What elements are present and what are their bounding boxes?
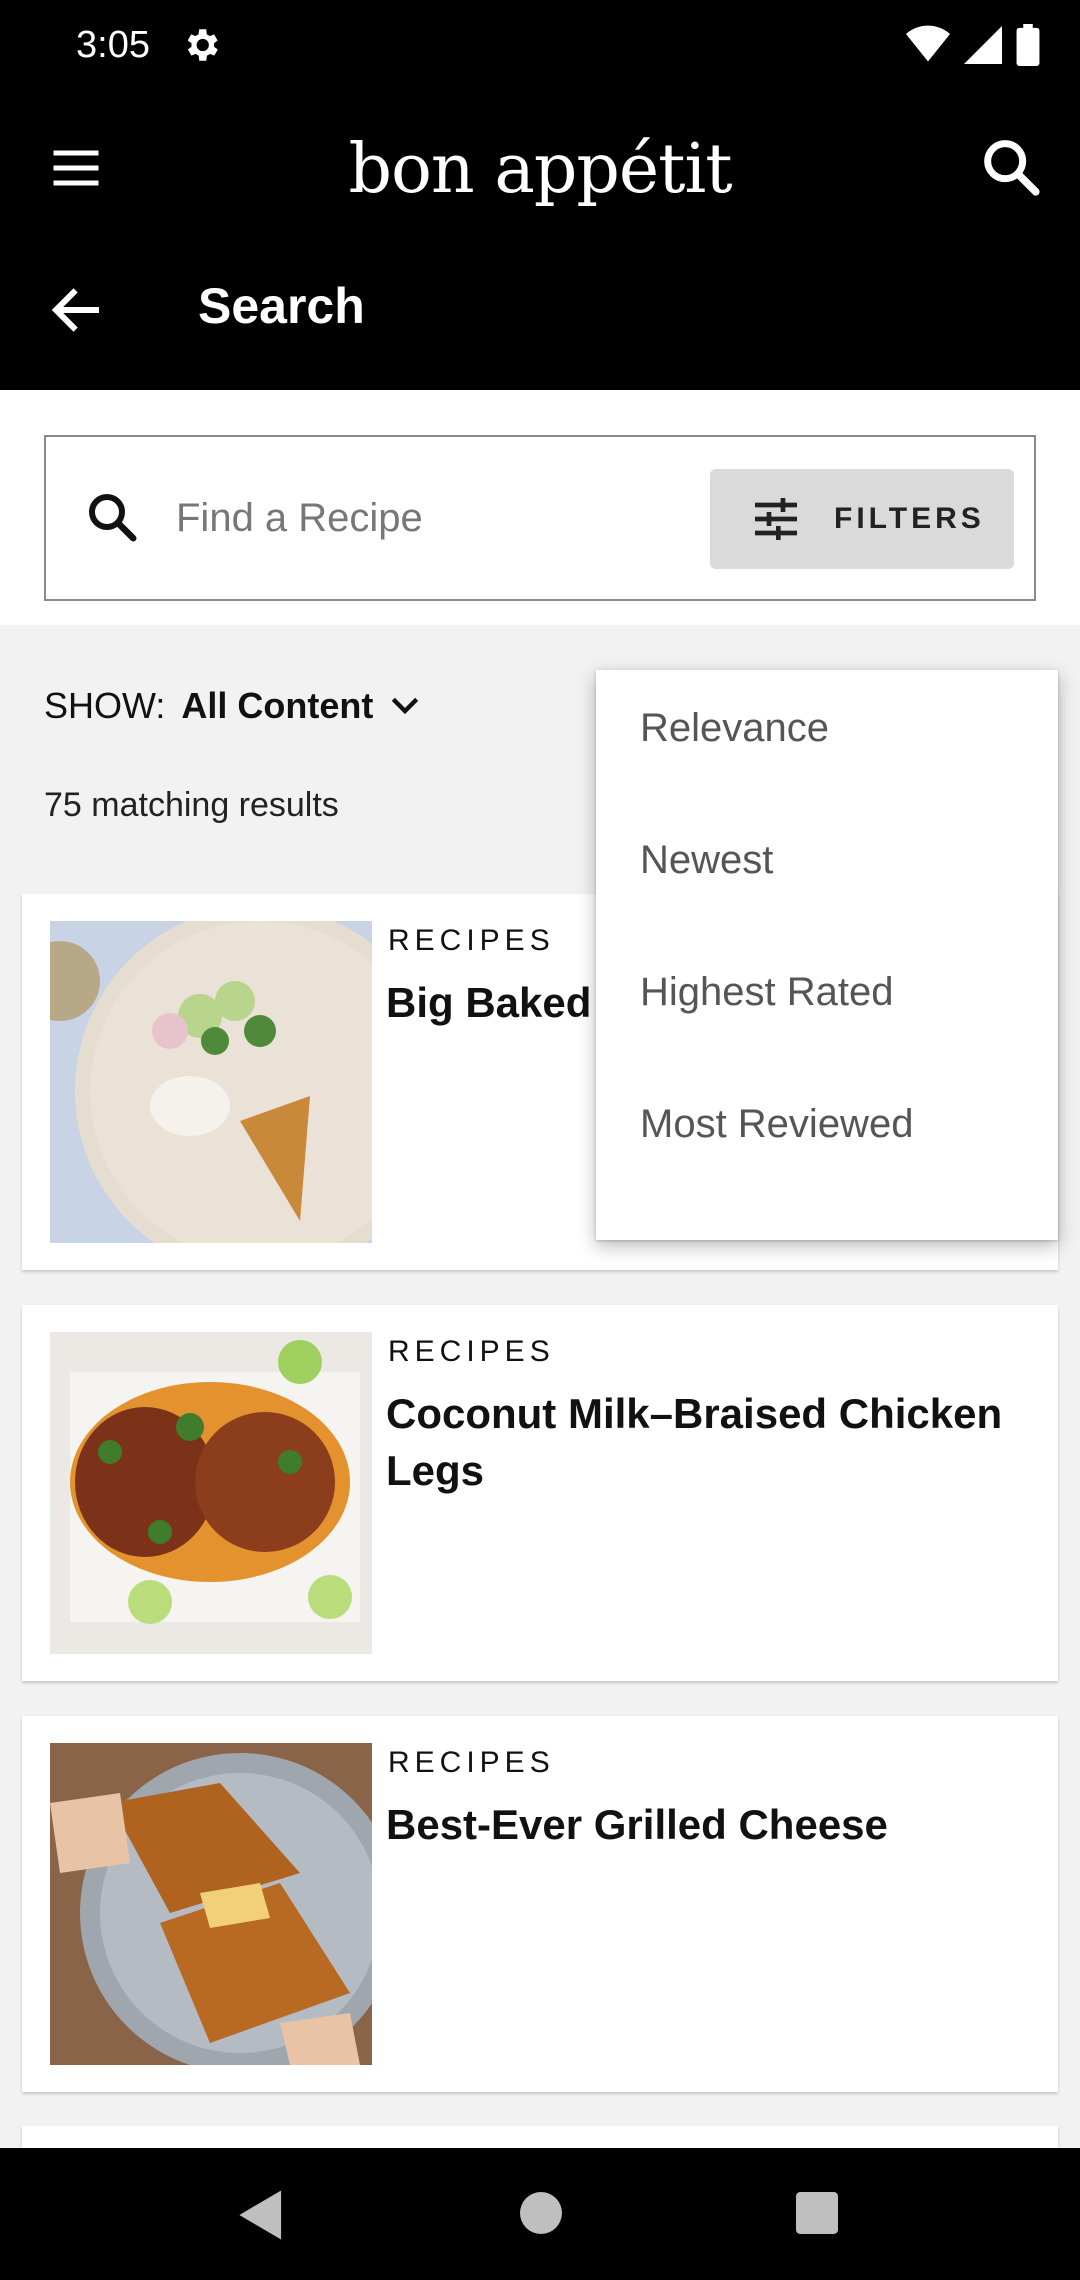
show-value: All Content	[181, 685, 374, 726]
sort-option-most-reviewed[interactable]: Most Reviewed	[596, 1088, 1058, 1220]
card-title: Best-Ever Grilled Cheese	[386, 1801, 888, 1848]
sort-option-newest[interactable]: Newest	[596, 824, 1058, 956]
filters-button[interactable]: FILTERS	[710, 469, 1014, 569]
status-icons	[906, 24, 1040, 66]
sliders-icon	[755, 498, 797, 540]
filters-label: FILTERS	[834, 502, 985, 535]
sort-option-relevance[interactable]: Relevance	[596, 692, 1058, 824]
card-category: RECIPES	[388, 1335, 555, 1368]
chevron-down-icon	[392, 697, 419, 715]
system-nav-bar	[0, 2148, 1080, 2280]
sort-menu: Relevance Newest Highest Rated Most Revi…	[596, 670, 1058, 1240]
status-time: 3:05	[76, 24, 150, 66]
nav-home-icon[interactable]	[520, 2192, 562, 2234]
recipe-card[interactable]: RECIPES Coconut Milk–Braised Chicken Leg…	[22, 1305, 1058, 1681]
nav-recents-icon[interactable]	[796, 2192, 838, 2234]
battery-icon	[1016, 24, 1040, 66]
back-arrow-icon[interactable]	[46, 280, 106, 340]
search-field-icon	[89, 494, 137, 542]
app-bar: bon appétit Search	[0, 90, 1080, 390]
recipe-image-cucumber	[50, 921, 372, 1243]
nav-back-icon[interactable]	[234, 2188, 284, 2242]
card-category: RECIPES	[388, 924, 555, 957]
recipe-card[interactable]: RECIPES Best-Ever Grilled Cheese	[22, 1716, 1058, 2092]
status-bar: 3:05	[0, 0, 1080, 90]
sort-option-highest-rated[interactable]: Highest Rated	[596, 956, 1058, 1088]
wifi-icon	[906, 25, 950, 62]
card-title: Coconut Milk–Braised Chicken Legs	[386, 1390, 1003, 1494]
search-input[interactable]	[176, 485, 696, 551]
search-area: FILTERS	[0, 390, 1080, 625]
show-filter[interactable]: SHOW: All Content	[44, 676, 425, 736]
show-label: SHOW:	[44, 685, 166, 726]
recipe-image-chicken	[50, 1332, 372, 1654]
search-icon[interactable]	[976, 132, 1046, 202]
results-count: 75 matching results	[44, 786, 339, 824]
card-category: RECIPES	[388, 1746, 555, 1779]
brand-logo[interactable]: bon appétit	[0, 120, 1080, 220]
search-box[interactable]: FILTERS	[44, 435, 1036, 601]
settings-gear-icon	[187, 29, 218, 61]
page-title: Search	[198, 278, 365, 334]
signal-icon	[964, 26, 1002, 64]
recipe-image-grilled-cheese	[50, 1743, 372, 2065]
